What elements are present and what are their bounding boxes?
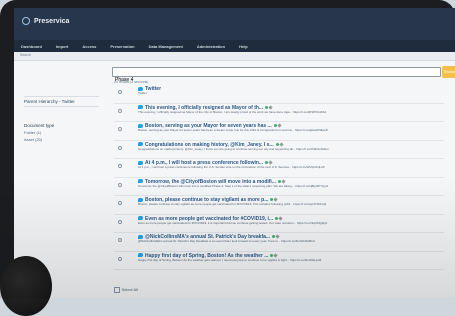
result-select-radio[interactable] — [118, 256, 122, 261]
search-box[interactable] — [112, 67, 441, 84]
facet-sidebar: Parent Hierarchy - Twitter Document type… — [24, 96, 99, 142]
result-row[interactable]: Congratulations on making history, @Kim_… — [114, 141, 444, 159]
result-snippet: Boston, please continue to stay vigilant… — [138, 202, 327, 206]
result-select-radio[interactable] — [118, 238, 122, 242]
result-snippet: Tomorrow, the @CityofBoston will move in… — [138, 183, 328, 188]
result-snippet: Even as more people get vaccinated for #… — [138, 220, 328, 225]
result-row[interactable]: @NickCollinsMA's annual St. Patrick's Da… — [114, 233, 444, 252]
select-all-label: Select All — [121, 287, 138, 293]
results-count: 20 results (4 seconds) — [114, 80, 149, 84]
tablet-frame: Preservica Dashboard Import Access Prese… — [0, 0, 455, 316]
screen: Preservica Dashboard Import Access Prese… — [14, 8, 455, 298]
menu-data-management[interactable]: Data Management — [142, 44, 190, 49]
result-row[interactable]: Even as more people get vaccinated for #… — [114, 215, 444, 233]
twitter-icon — [138, 142, 143, 147]
tag-icon — [268, 105, 273, 110]
result-row[interactable]: Twitter Twitter — [114, 85, 444, 104]
menu-administration[interactable]: Administration — [190, 44, 232, 49]
tag-icon — [273, 253, 279, 258]
search-breadcrumb-label: Search — [20, 53, 32, 57]
status-green-icon — [273, 124, 277, 128]
result-snippet: At 4 p.m., I will host a press conferenc… — [138, 165, 325, 169]
result-row[interactable]: Boston, please continue to stay vigilant… — [114, 196, 444, 215]
result-snippet: @NickCollinsMA's annual St. Patrick's Da… — [138, 239, 315, 243]
menu-preservation[interactable]: Preservation — [103, 44, 141, 49]
result-row[interactable]: Tomorrow, the @CityofBoston will move in… — [114, 178, 444, 196]
menu-import[interactable]: Import — [49, 44, 75, 49]
result-row[interactable]: Boston, serving as your Mayor for seven … — [114, 122, 444, 141]
app-logo[interactable]: Preservica — [22, 17, 69, 25]
app-name: Preservica — [34, 17, 70, 25]
app-header: Preservica — [14, 8, 455, 40]
tag-icon — [278, 142, 284, 147]
result-select-radio[interactable] — [118, 164, 122, 168]
results-list: Twitter Twitter This evening, I officiall… — [114, 85, 444, 270]
result-select-radio[interactable] — [118, 145, 122, 150]
search-button[interactable]: Search — [442, 66, 455, 78]
facet-doc-type-heading: Document type — [24, 123, 55, 128]
menu-dashboard[interactable]: Dashboard — [14, 44, 49, 49]
result-select-radio[interactable] — [118, 108, 122, 113]
facet-folder[interactable]: Folder (1) — [24, 130, 99, 135]
menu-access[interactable]: Access — [75, 44, 103, 49]
facet-asset[interactable]: Asset (20) — [24, 137, 99, 142]
result-row[interactable]: At 4 p.m., I will host a press conferenc… — [114, 159, 444, 178]
tag-icon — [278, 216, 283, 221]
facet-parent-hierarchy[interactable]: Parent Hierarchy - Twitter — [24, 96, 99, 107]
preservica-logo-icon — [22, 17, 30, 25]
twitter-icon — [138, 179, 143, 184]
result-select-radio[interactable] — [118, 90, 122, 94]
result-snippet: Twitter — [138, 91, 147, 95]
result-row[interactable]: Happy first day of Spring, Boston! As th… — [114, 252, 444, 270]
person-silhouette — [0, 256, 52, 316]
twitter-icon — [138, 216, 143, 221]
search-input[interactable] — [113, 76, 440, 84]
select-all[interactable]: Select All — [114, 287, 138, 293]
result-snippet: Congratulations on making history, @Kim_… — [138, 146, 329, 151]
twitter-icon — [138, 253, 143, 258]
twitter-icon — [138, 105, 143, 110]
result-snippet: Boston, serving as your Mayor for seven … — [138, 128, 328, 132]
result-title[interactable]: Twitter — [145, 86, 161, 92]
result-select-radio[interactable] — [118, 201, 122, 205]
menu-help[interactable]: Help — [232, 44, 255, 49]
result-row[interactable]: This evening, I officially resigned as M… — [114, 104, 444, 122]
tag-icon — [281, 179, 286, 184]
result-snippet: Happy first day of Spring, Boston! As th… — [138, 257, 322, 262]
main-menu: Dashboard Import Access Preservation Dat… — [14, 40, 455, 52]
search-breadcrumb: Search — [14, 52, 455, 61]
select-all-checkbox[interactable] — [114, 287, 120, 293]
result-select-radio[interactable] — [118, 219, 122, 224]
result-snippet: This evening, I officially resigned as M… — [138, 109, 327, 114]
result-select-radio[interactable] — [118, 182, 122, 187]
result-select-radio[interactable] — [118, 127, 122, 131]
